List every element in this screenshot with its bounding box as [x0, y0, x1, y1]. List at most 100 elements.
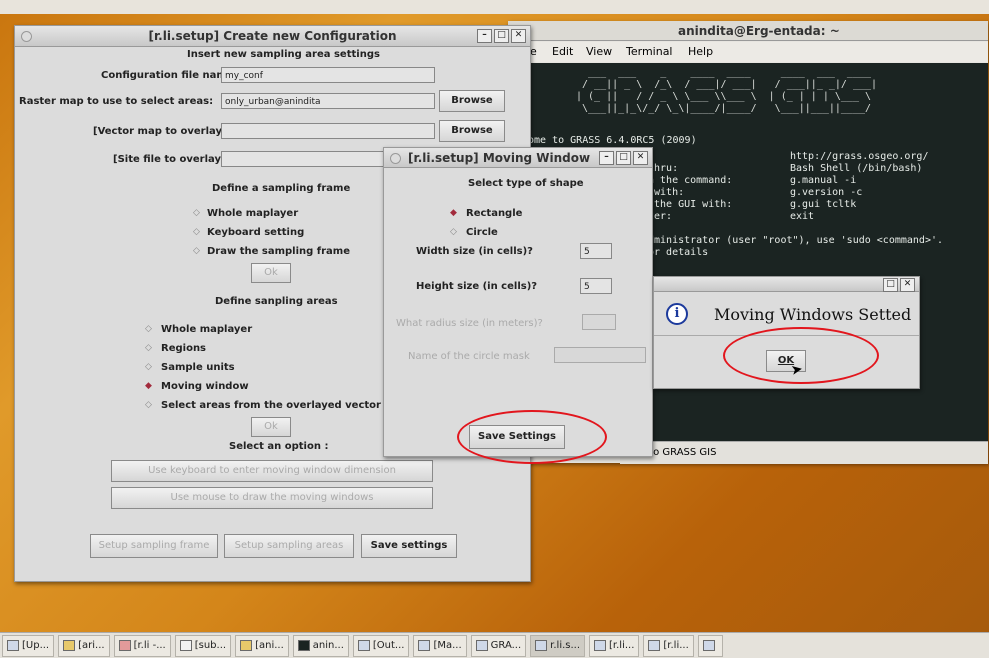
frame-header: Define a sampling frame — [212, 183, 351, 194]
terminal-line: the GUI with: — [648, 199, 733, 210]
terminal-titlebar[interactable]: anindita@Erg-entada: ~ — [508, 21, 988, 41]
config-titlebar[interactable]: [r.li.setup] Create new Configuration – … — [15, 26, 530, 47]
window-icon — [418, 640, 431, 651]
raster-map-input[interactable]: only_urban@anindita — [221, 93, 435, 109]
radio-draw-frame[interactable]: ◇ — [191, 246, 202, 257]
taskbar-item[interactable]: [Out... — [352, 634, 410, 657]
radio-keyboard-setting[interactable]: ◇ — [191, 227, 202, 238]
mask-input[interactable] — [554, 347, 646, 363]
taskbar-item-active[interactable]: r.li.s... — [530, 634, 586, 657]
area-option-label: Select areas from the overlayed vector m… — [161, 400, 409, 411]
taskbar-item[interactable]: [r.li... — [589, 634, 640, 657]
mask-label: Name of the circle mask — [408, 351, 530, 362]
vector-map-input[interactable] — [221, 123, 435, 139]
grass-status-bar: ome to GRASS GIS — [620, 441, 988, 464]
areas-ok-button[interactable]: Ok — [251, 417, 291, 437]
browse-vector-button[interactable]: Browse — [439, 120, 505, 142]
info-icon: i — [666, 303, 688, 325]
window-icon — [535, 640, 548, 651]
taskbar-item[interactable]: [r.li -... — [113, 634, 171, 657]
window-icon — [357, 640, 370, 651]
terminal-line-right: http://grass.osgeo.org/ — [790, 151, 929, 162]
browse-raster-button[interactable]: Browse — [439, 90, 505, 112]
save-settings-button[interactable]: Save settings — [361, 534, 457, 558]
menu-edit[interactable]: Edit — [552, 42, 573, 62]
radio-area-regions[interactable]: ◇ — [143, 343, 154, 354]
terminal-line: come to GRASS 6.4.0RC5 (2009) — [522, 135, 697, 146]
taskbar-item[interactable]: [sub... — [174, 634, 232, 657]
menu-e[interactable]: e — [530, 42, 537, 62]
taskbar-item[interactable]: [r.li... — [643, 634, 694, 657]
radio-whole-maplayer[interactable]: ◇ — [191, 208, 202, 219]
setup-frame-button[interactable]: Setup sampling frame — [90, 534, 218, 558]
taskbar-item[interactable]: [Ma... — [413, 634, 467, 657]
taskbar: [Up... [ari... [r.li -... [sub... [ani..… — [0, 632, 989, 658]
setup-areas-button[interactable]: Setup sampling areas — [224, 534, 354, 558]
window-icon — [594, 640, 607, 651]
radio-area-whole[interactable]: ◇ — [143, 324, 154, 335]
config-file-label: Configuration file name: — [101, 70, 238, 81]
maximize-icon[interactable]: □ — [616, 151, 631, 165]
radio-area-vector[interactable]: ◇ — [143, 400, 154, 411]
site-file-input[interactable] — [221, 151, 391, 167]
window-menu-icon[interactable] — [390, 153, 401, 164]
config-header: Insert new sampling area settings — [187, 49, 380, 60]
highlight-ellipse-moving-save — [457, 410, 607, 464]
close-icon[interactable]: ✕ — [900, 278, 915, 292]
taskbar-item[interactable]: [ani... — [235, 634, 289, 657]
info-message: Moving Windows Setted — [714, 305, 912, 324]
keyboard-dimension-button[interactable]: Use keyboard to enter moving window dime… — [111, 460, 433, 482]
folder-icon — [63, 640, 76, 651]
taskbar-item[interactable]: anin... — [292, 634, 349, 657]
vector-map-label: [Vector map to overlay:] — [93, 126, 231, 137]
shape-header: Select type of shape — [468, 178, 584, 189]
radius-input[interactable] — [582, 314, 616, 330]
config-file-input[interactable]: my_conf — [221, 67, 435, 83]
taskbar-item[interactable] — [697, 634, 723, 657]
raster-map-label: Raster map to use to select areas: — [19, 96, 214, 107]
height-label: Height size (in cells)? — [416, 281, 538, 292]
taskbar-item[interactable]: [ari... — [58, 634, 110, 657]
radio-area-sample-units[interactable]: ◇ — [143, 362, 154, 373]
moving-window-titlebar[interactable]: [r.li.setup] Moving Window – □ ✕ — [384, 148, 652, 168]
terminal-menubar: e Edit View Terminal Help — [508, 42, 988, 62]
app-icon — [118, 640, 131, 651]
terminal-line-right: exit — [790, 211, 815, 222]
maximize-icon[interactable]: □ — [494, 29, 509, 43]
area-option-label: Whole maplayer — [161, 324, 253, 335]
window-icon — [648, 640, 661, 651]
edit-icon — [179, 640, 192, 651]
mouse-draw-button[interactable]: Use mouse to draw the moving windows — [111, 487, 433, 509]
terminal-line: h the command: — [648, 175, 733, 186]
site-file-label: [Site file to overlay:] — [113, 154, 230, 165]
terminal-icon — [297, 640, 310, 651]
menu-view[interactable]: View — [586, 42, 612, 62]
taskbar-item[interactable]: GRA... — [470, 634, 527, 657]
close-icon[interactable]: ✕ — [633, 151, 648, 165]
shape-label-circle: Circle — [466, 227, 498, 238]
width-input[interactable]: 5 — [580, 243, 612, 259]
folder-icon — [240, 640, 253, 651]
terminal-line: dministrator (user "root"), use 'sudo <c… — [648, 235, 944, 246]
minimize-icon[interactable]: – — [477, 29, 492, 43]
minimize-icon[interactable]: – — [599, 151, 614, 165]
terminal-line-right: g.gui tcltk — [790, 199, 857, 210]
window-menu-icon[interactable] — [21, 31, 32, 42]
menu-terminal[interactable]: Terminal — [626, 42, 673, 62]
taskbar-item[interactable]: [Up... — [2, 634, 55, 657]
terminal-line-right: g.manual -i — [790, 175, 857, 186]
height-input[interactable]: 5 — [580, 278, 612, 294]
terminal-title: anindita@Erg-entada: ~ — [678, 24, 840, 38]
frame-option-label: Whole maplayer — [207, 208, 299, 219]
info-titlebar[interactable]: □ ✕ — [654, 277, 919, 292]
menu-help[interactable]: Help — [688, 42, 713, 62]
close-icon[interactable]: ✕ — [511, 29, 526, 43]
area-option-label: Moving window — [161, 381, 249, 392]
radio-rectangle[interactable]: ◆ — [448, 208, 459, 219]
radio-area-moving-window[interactable]: ◆ — [143, 381, 154, 392]
frame-ok-button[interactable]: Ok — [251, 263, 291, 283]
radio-circle[interactable]: ◇ — [448, 227, 459, 238]
radius-label: What radius size (in meters)? — [396, 318, 543, 329]
maximize-icon[interactable]: □ — [883, 278, 898, 292]
area-option-label: Regions — [161, 343, 207, 354]
